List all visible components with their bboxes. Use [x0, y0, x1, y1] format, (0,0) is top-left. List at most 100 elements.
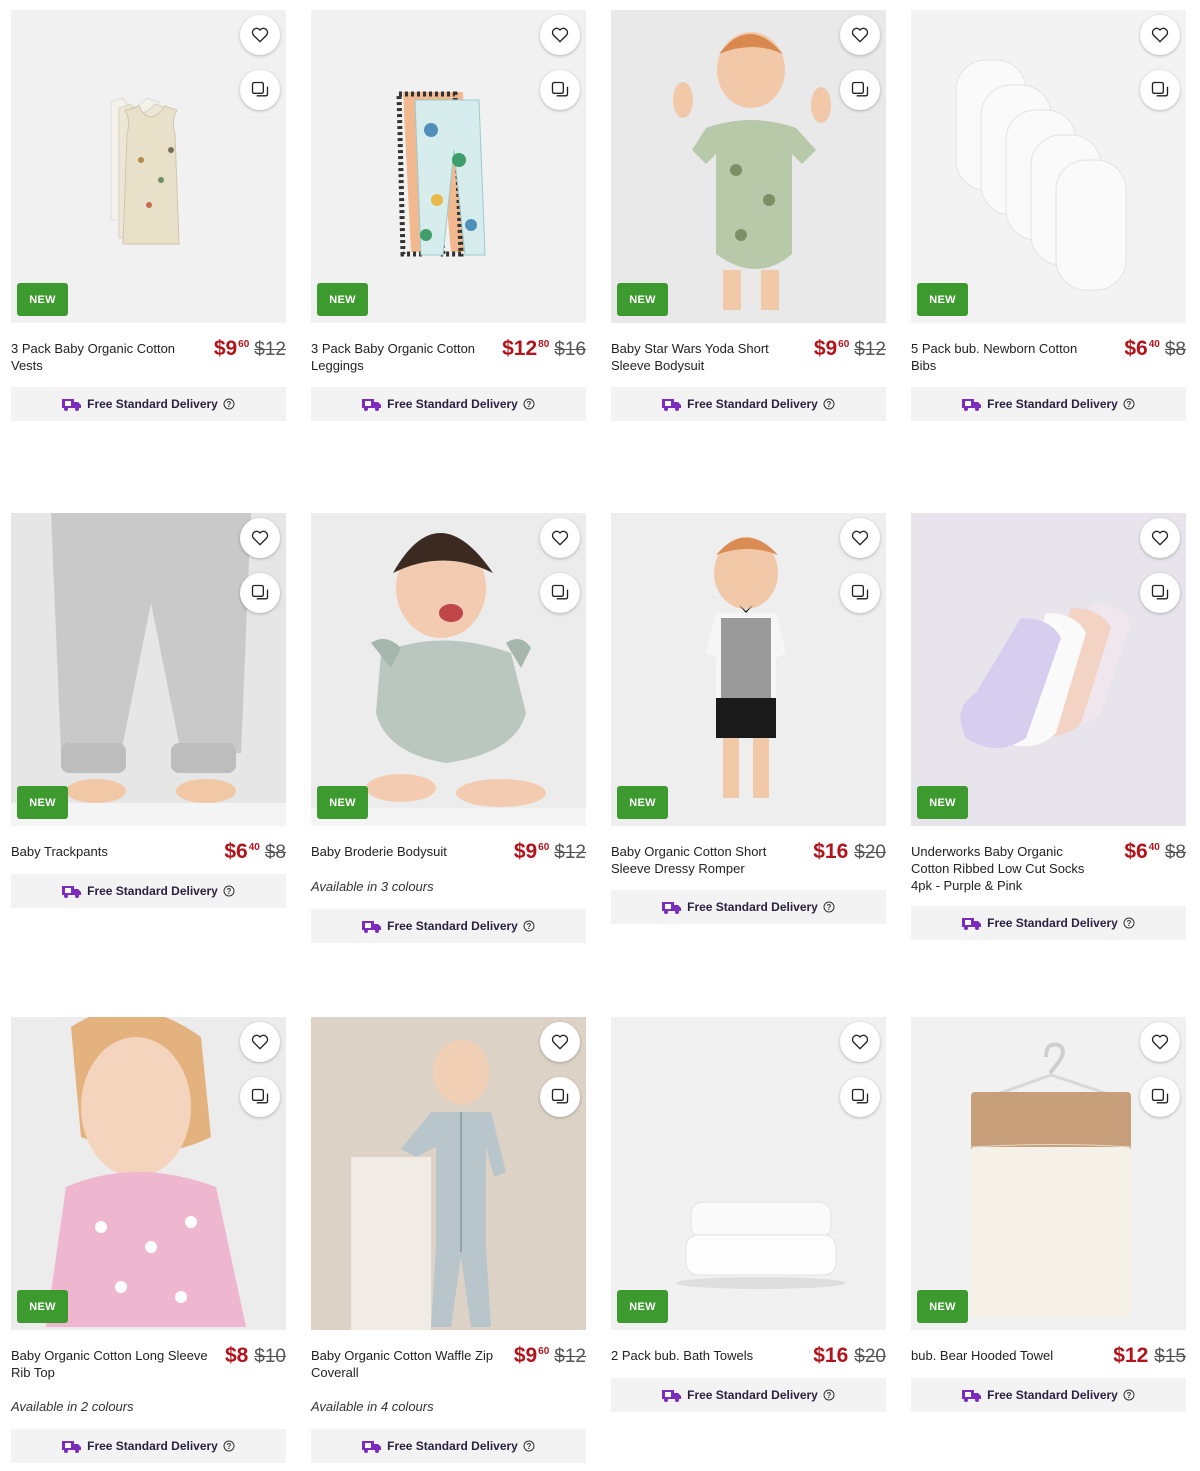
- compare-button[interactable]: [840, 1077, 880, 1117]
- product-card[interactable]: NEW bub. Bear Hooded Towel $12 $15 Free S…: [911, 1017, 1186, 1412]
- help-icon[interactable]: ?: [223, 1440, 235, 1452]
- free-delivery-banner[interactable]: Free Standard Delivery ?: [311, 1429, 586, 1463]
- product-card[interactable]: NEW Baby Star Wars Yoda Short Sleeve Bod…: [611, 10, 886, 421]
- wishlist-button[interactable]: [240, 518, 280, 558]
- wishlist-button[interactable]: [840, 1022, 880, 1062]
- product-card[interactable]: NEW Baby Trackpants $640 $8 Free Standard…: [11, 513, 286, 908]
- delivery-truck-icon: [62, 396, 82, 412]
- product-image[interactable]: NEW: [311, 513, 586, 826]
- help-icon[interactable]: ?: [823, 901, 835, 913]
- product-card[interactable]: NEW 3 Pack Baby Organic Cotton Leggings …: [311, 10, 586, 421]
- product-image[interactable]: NEW: [11, 10, 286, 323]
- compare-button[interactable]: [240, 573, 280, 613]
- was-price: $12: [854, 339, 886, 360]
- product-card[interactable]: NEW Baby Broderie Bodysuit $960 $12 Avail…: [311, 513, 586, 943]
- free-delivery-banner[interactable]: Free Standard Delivery ?: [311, 909, 586, 943]
- product-name[interactable]: 3 Pack Baby Organic Cotton Vests: [11, 340, 189, 374]
- help-icon[interactable]: ?: [523, 920, 535, 932]
- product-card[interactable]: NEW Underworks Baby Organic Cotton Ribbe…: [911, 513, 1186, 940]
- wishlist-button[interactable]: [1140, 518, 1180, 558]
- free-delivery-banner[interactable]: Free Standard Delivery ?: [11, 387, 286, 421]
- wishlist-button[interactable]: [240, 1022, 280, 1062]
- free-delivery-banner[interactable]: Free Standard Delivery ?: [11, 874, 286, 908]
- product-card[interactable]: NEW Baby Organic Cotton Long Sleeve Rib …: [11, 1017, 286, 1463]
- product-name[interactable]: Baby Organic Cotton Waffle Zip Coverall: [311, 1347, 501, 1381]
- product-name[interactable]: 2 Pack bub. Bath Towels: [611, 1347, 789, 1364]
- product-name[interactable]: bub. Bear Hooded Towel: [911, 1347, 1089, 1364]
- product-name[interactable]: Baby Organic Cotton Short Sleeve Dressy …: [611, 843, 789, 877]
- wishlist-button[interactable]: [540, 15, 580, 55]
- new-badge: NEW: [317, 786, 368, 819]
- delivery-truck-icon: [962, 1387, 982, 1403]
- available-colours[interactable]: Available in 4 colours: [311, 1399, 434, 1414]
- wishlist-button[interactable]: [540, 518, 580, 558]
- compare-button[interactable]: [540, 573, 580, 613]
- product-image[interactable]: NEW: [611, 10, 886, 323]
- current-price: $16: [813, 840, 849, 863]
- available-colours[interactable]: Available in 2 colours: [11, 1399, 134, 1414]
- product-image[interactable]: [311, 1017, 586, 1330]
- help-icon[interactable]: ?: [223, 885, 235, 897]
- svg-text:?: ?: [226, 400, 231, 409]
- wishlist-button[interactable]: [840, 518, 880, 558]
- product-image[interactable]: NEW: [611, 1017, 886, 1330]
- help-icon[interactable]: ?: [523, 398, 535, 410]
- wishlist-button[interactable]: [1140, 15, 1180, 55]
- compare-button[interactable]: [240, 70, 280, 110]
- product-image[interactable]: NEW: [911, 513, 1186, 826]
- wishlist-button[interactable]: [840, 15, 880, 55]
- compare-button[interactable]: [840, 70, 880, 110]
- product-name[interactable]: Underworks Baby Organic Cotton Ribbed Lo…: [911, 843, 1089, 894]
- bodysuit-icon: [673, 32, 831, 310]
- wishlist-button[interactable]: [1140, 1022, 1180, 1062]
- was-price: $8: [1164, 339, 1186, 360]
- product-image[interactable]: NEW: [311, 10, 586, 323]
- free-delivery-banner[interactable]: Free Standard Delivery ?: [911, 387, 1186, 421]
- product-card[interactable]: NEW 5 Pack bub. Newborn Cotton Bibs $640…: [911, 10, 1186, 421]
- product-name[interactable]: 5 Pack bub. Newborn Cotton Bibs: [911, 340, 1089, 374]
- product-image[interactable]: NEW: [911, 1017, 1186, 1330]
- wishlist-button[interactable]: [240, 15, 280, 55]
- help-icon[interactable]: ?: [1123, 1389, 1135, 1401]
- available-colours[interactable]: Available in 3 colours: [311, 879, 434, 894]
- was-price: $10: [254, 1346, 286, 1367]
- product-card[interactable]: Baby Organic Cotton Waffle Zip Coverall …: [311, 1017, 586, 1463]
- product-image[interactable]: NEW: [911, 10, 1186, 323]
- product-name[interactable]: Baby Broderie Bodysuit: [311, 843, 489, 860]
- wishlist-button[interactable]: [540, 1022, 580, 1062]
- help-icon[interactable]: ?: [523, 1440, 535, 1452]
- current-price: $640: [224, 840, 260, 863]
- compare-button[interactable]: [840, 573, 880, 613]
- compare-button[interactable]: [1140, 1077, 1180, 1117]
- free-delivery-banner[interactable]: Free Standard Delivery ?: [611, 387, 886, 421]
- compare-button[interactable]: [1140, 70, 1180, 110]
- compare-button[interactable]: [540, 70, 580, 110]
- delivery-truck-icon: [662, 396, 682, 412]
- free-delivery-banner[interactable]: Free Standard Delivery ?: [311, 387, 586, 421]
- free-delivery-banner[interactable]: Free Standard Delivery ?: [911, 1378, 1186, 1412]
- help-icon[interactable]: ?: [823, 398, 835, 410]
- help-icon[interactable]: ?: [823, 1389, 835, 1401]
- product-card[interactable]: NEW Baby Organic Cotton Short Sleeve Dre…: [611, 513, 886, 924]
- free-delivery-banner[interactable]: Free Standard Delivery ?: [911, 906, 1186, 940]
- help-icon[interactable]: ?: [223, 398, 235, 410]
- free-delivery-banner[interactable]: Free Standard Delivery ?: [611, 1378, 886, 1412]
- heart-icon: [851, 1034, 869, 1050]
- product-card[interactable]: NEW 3 Pack Baby Organic Cotton Vests $96…: [11, 10, 286, 421]
- compare-button[interactable]: [1140, 573, 1180, 613]
- product-name[interactable]: Baby Trackpants: [11, 843, 189, 860]
- product-name[interactable]: 3 Pack Baby Organic Cotton Leggings: [311, 340, 489, 374]
- product-name[interactable]: Baby Star Wars Yoda Short Sleeve Bodysui…: [611, 340, 789, 374]
- product-name[interactable]: Baby Organic Cotton Long Sleeve Rib Top: [11, 1347, 216, 1381]
- product-card[interactable]: NEW 2 Pack bub. Bath Towels $16 $20 Free …: [611, 1017, 886, 1412]
- compare-button[interactable]: [540, 1077, 580, 1117]
- free-delivery-banner[interactable]: Free Standard Delivery ?: [11, 1429, 286, 1463]
- heart-icon: [251, 530, 269, 546]
- product-image[interactable]: NEW: [611, 513, 886, 826]
- help-icon[interactable]: ?: [1123, 917, 1135, 929]
- product-image[interactable]: NEW: [11, 1017, 286, 1330]
- free-delivery-banner[interactable]: Free Standard Delivery ?: [611, 890, 886, 924]
- product-image[interactable]: NEW: [11, 513, 286, 826]
- compare-button[interactable]: [240, 1077, 280, 1117]
- help-icon[interactable]: ?: [1123, 398, 1135, 410]
